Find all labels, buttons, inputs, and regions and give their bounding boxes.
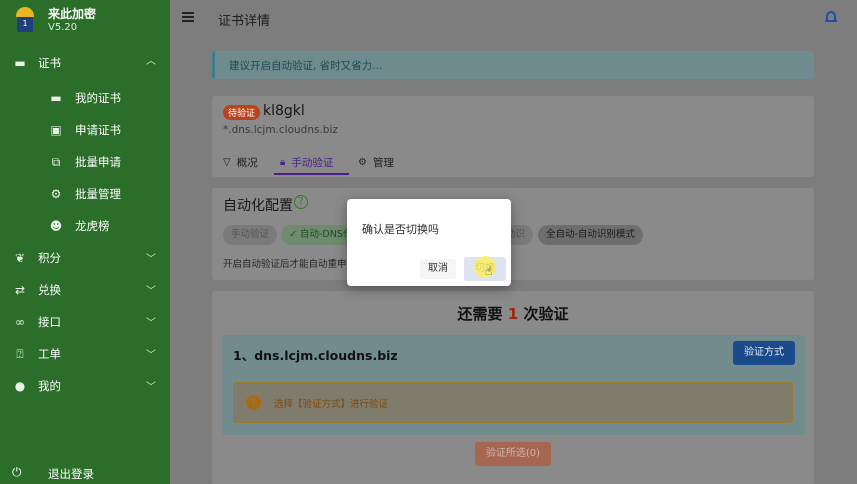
- link-icon: ∞: [15, 315, 25, 329]
- certificate-domain: *.dns.lcjm.cloudns.biz: [223, 124, 338, 136]
- swap-icon: ⇄: [14, 283, 26, 297]
- domain-entry: 1、dns.lcjm.cloudns.biz 验证方式 ! 选择【验证方式】进行…: [222, 335, 805, 435]
- alert-icon: !: [246, 395, 261, 410]
- verification-count: 还需要 1 次验证: [457, 305, 569, 323]
- brand-name: 来此加密: [48, 6, 97, 21]
- verify-selected-button[interactable]: 验证所选(0): [475, 442, 551, 466]
- verification-card: 还需要 1 次验证 1、dns.lcjm.cloudns.biz 验证方式 ! …: [212, 291, 814, 484]
- page-title: 证书详情: [218, 14, 271, 29]
- sidebar-item-certificate[interactable]: ▬ 证书 ︿: [0, 44, 170, 82]
- automation-title: 自动化配置: [223, 198, 293, 214]
- tip-banner: 建议开启自动验证, 省时又省力...: [212, 51, 814, 79]
- brand: 1 来此加密 V5.20: [0, 0, 170, 40]
- certificate-name: kl8gkl: [263, 103, 305, 119]
- automation-card: 自动化配置 ? 手动验证 ✓ 自动-DNS代 动识 全自动-自动识别模式 开启自…: [212, 188, 814, 280]
- tabs: ▽ 概况 🔒︎ 手动验证 ⚙ 管理: [212, 153, 814, 177]
- account-icon: ●: [14, 379, 26, 393]
- chevron-down-icon: ﹀: [146, 254, 156, 265]
- chevron-up-icon: ︿: [146, 56, 156, 67]
- top-bar: 证书详情: [170, 0, 857, 36]
- certificate-icon: ▬: [50, 91, 62, 105]
- add-card-icon: ▣: [50, 123, 62, 137]
- sidebar-item-mine[interactable]: ● 我的 ﹀: [0, 370, 170, 402]
- sidebar: 1 来此加密 V5.20 ▬ 证书 ︿ ▬ 我的证书 ▣ 申请证书 ⧉ 批量申请…: [0, 0, 170, 484]
- alien-icon: ☻: [49, 219, 63, 233]
- leaf-icon: ❦: [14, 251, 26, 265]
- logout-icon: ⏻: [12, 465, 22, 479]
- logout-button[interactable]: ⏻ 退出登录: [0, 462, 170, 484]
- option-full-auto[interactable]: 全自动-自动识别模式: [538, 225, 643, 245]
- help-box-icon: ⍰: [16, 346, 24, 361]
- hand-cursor-icon: ☝: [485, 264, 493, 278]
- sidebar-item-points[interactable]: ❦ 积分 ﹀: [0, 242, 170, 274]
- chevron-down-icon: ﹀: [146, 382, 156, 393]
- copy-icon: ⧉: [51, 154, 61, 169]
- gear-icon: ⚙: [358, 157, 367, 168]
- gears-icon: ⚙: [50, 187, 62, 201]
- chevron-down-icon: ﹀: [146, 318, 156, 329]
- verify-method-button[interactable]: 验证方式: [733, 341, 795, 365]
- chevron-down-icon: ﹀: [146, 350, 156, 361]
- certificate-card: 待验证 kl8gkl *.dns.lcjm.cloudns.biz ▽ 概况 🔒…: [212, 96, 814, 177]
- help-circle-icon[interactable]: ?: [294, 195, 308, 209]
- tab-manage[interactable]: ⚙ 管理: [358, 155, 394, 170]
- tab-overview[interactable]: ▽ 概况: [223, 155, 258, 170]
- warning-alert: ! 选择【验证方式】进行验证: [233, 382, 793, 423]
- lock-icon: 🔒︎: [280, 157, 286, 168]
- option-manual[interactable]: 手动验证: [223, 225, 278, 245]
- sidebar-item-tickets[interactable]: ⍰ 工单 ﹀: [0, 338, 170, 370]
- triangle-icon: ▽: [223, 157, 231, 168]
- sidebar-item-apply-certificate[interactable]: ▣ 申请证书: [0, 114, 170, 146]
- sidebar-item-my-certificates[interactable]: ▬ 我的证书: [0, 82, 170, 114]
- tab-manual-verify[interactable]: 🔒︎ 手动验证: [280, 155, 333, 170]
- brand-version: V5.20: [48, 21, 78, 33]
- logo: 1: [12, 7, 38, 33]
- active-tab-indicator: [274, 173, 349, 175]
- sidebar-item-leaderboard[interactable]: ☻ 龙虎榜: [0, 210, 170, 242]
- sidebar-item-api[interactable]: ∞ 接口 ﹀: [0, 306, 170, 338]
- automation-note: 开启自动验证后才能自动重申: [223, 259, 347, 270]
- domain-name: 1、dns.lcjm.cloudns.biz: [233, 348, 398, 363]
- sidebar-item-batch-apply[interactable]: ⧉ 批量申请: [0, 146, 170, 178]
- status-badge: 待验证: [223, 105, 261, 120]
- sidebar-menu: ▬ 证书 ︿ ▬ 我的证书 ▣ 申请证书 ⧉ 批量申请 ⚙ 批量管理 ☻ 龙虎榜…: [0, 44, 170, 402]
- sidebar-item-exchange[interactable]: ⇄ 兑换 ﹀: [0, 274, 170, 306]
- menu-icon[interactable]: [182, 12, 194, 22]
- chevron-down-icon: ﹀: [146, 286, 156, 297]
- dialog-message: 确认是否切换吗: [362, 223, 439, 236]
- sidebar-item-batch-manage[interactable]: ⚙ 批量管理: [0, 178, 170, 210]
- bell-icon[interactable]: [825, 10, 837, 24]
- cancel-button[interactable]: 取消: [420, 259, 456, 279]
- card-icon: ▬: [14, 56, 26, 70]
